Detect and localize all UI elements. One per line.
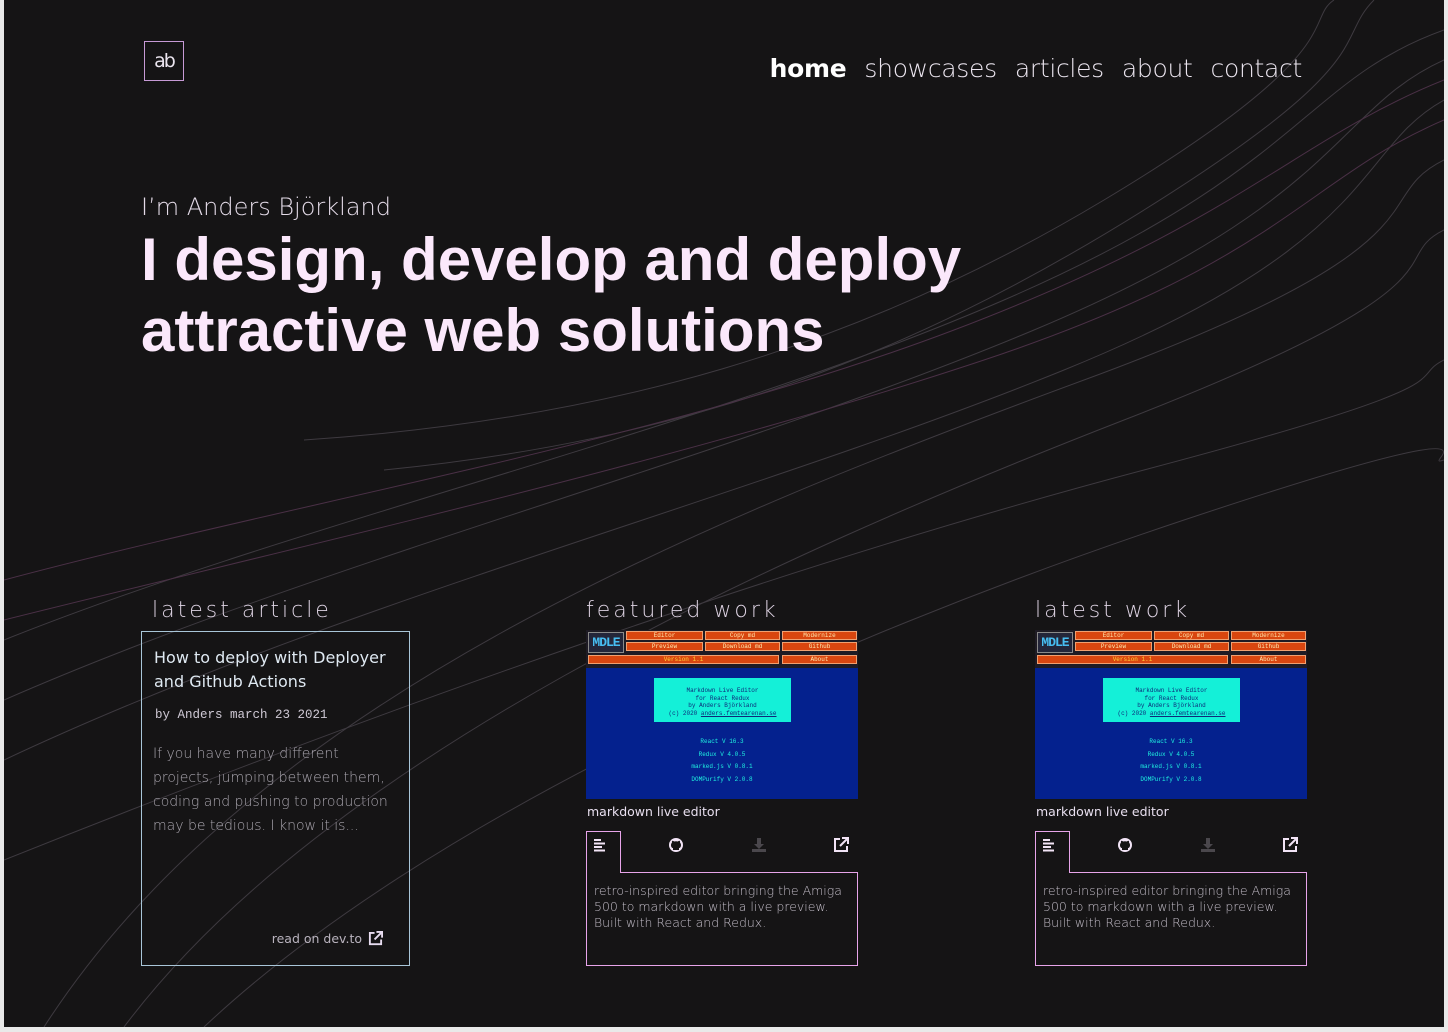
thumb-btn-github: Github	[782, 642, 857, 651]
article-meta: by Anders march 23 2021	[155, 708, 328, 722]
nav-about[interactable]: about	[1122, 54, 1193, 83]
external-link-icon[interactable]	[1280, 835, 1300, 855]
text-align-left-icon[interactable]	[590, 835, 610, 855]
article-card[interactable]: How to deploy with Deployer and Github A…	[141, 631, 410, 966]
github-icon[interactable]	[1115, 835, 1135, 855]
featured-work-thumbnail[interactable]: MDLE Editor Copy md Modernize Preview Do…	[586, 630, 858, 799]
thumb-btn-copy: Copy md	[705, 631, 780, 640]
thumb-btn-modernize: Modernize	[1231, 631, 1306, 640]
thumb-btn-editor: Editor	[1075, 631, 1152, 640]
featured-work-panel: retro-inspired editor bringing the Amiga…	[586, 831, 858, 966]
external-link-icon[interactable]	[831, 835, 851, 855]
article-excerpt: If you have many different projects, jum…	[153, 746, 388, 834]
thumb-btn-modernize: Modernize	[782, 631, 857, 640]
hero-intro: I’m Anders Björkland	[141, 193, 391, 221]
thumb-btn-preview: Preview	[1075, 642, 1152, 651]
featured-work-description: retro-inspired editor bringing the Amiga…	[594, 883, 842, 930]
thumb-toolbar: MDLE Editor Copy md Modernize Preview Do…	[586, 630, 858, 668]
thumb-versions: React V 16.3 Redux V 4.0.5 marked.js V 0…	[691, 738, 753, 783]
thumb-btn-github: Github	[1231, 642, 1306, 651]
download-icon	[1198, 835, 1218, 855]
thumb-btn-download: Download md	[1154, 642, 1229, 651]
featured-work-caption[interactable]: markdown live editor	[587, 804, 720, 819]
thumb-btn-download: Download md	[705, 642, 780, 651]
featured-work-title: featured work	[586, 598, 779, 623]
hero-headline: I design, develop and deploy attractive …	[141, 224, 1021, 366]
thumb-info-box: Markdown Live Editor for React Redux by …	[1103, 678, 1240, 722]
nav-home[interactable]: home	[770, 54, 847, 83]
article-title[interactable]: How to deploy with Deployer and Github A…	[154, 646, 399, 694]
main-nav: home showcases articles about contact	[770, 54, 1303, 83]
download-icon	[749, 835, 769, 855]
text-align-left-icon[interactable]	[1039, 835, 1059, 855]
nav-showcases[interactable]: showcases	[864, 54, 997, 83]
thumb-logo: MDLE	[588, 632, 624, 653]
headline-line-2: attractive web solutions	[141, 297, 825, 364]
thumb-version: Version 1.1	[1037, 655, 1228, 664]
latest-work-caption[interactable]: markdown live editor	[1036, 804, 1169, 819]
thumb-versions: React V 16.3 Redux V 4.0.5 marked.js V 0…	[1140, 738, 1202, 783]
nav-articles[interactable]: articles	[1015, 54, 1104, 83]
thumb-version: Version 1.1	[588, 655, 779, 664]
github-icon[interactable]	[666, 835, 686, 855]
page: ab home showcases articles about contact…	[4, 0, 1444, 1027]
headline-line-1: I design, develop and deploy	[141, 226, 962, 293]
thumb-logo: MDLE	[1037, 632, 1073, 653]
site-logo[interactable]: ab	[144, 41, 184, 81]
thumb-btn-copy: Copy md	[1154, 631, 1229, 640]
external-link-icon	[368, 931, 383, 946]
latest-work-description: retro-inspired editor bringing the Amiga…	[1043, 883, 1291, 930]
thumb-btn-editor: Editor	[626, 631, 703, 640]
latest-article-title: latest article	[152, 598, 332, 623]
latest-work-thumbnail[interactable]: MDLE Editor Copy md Modernize Preview Do…	[1035, 630, 1307, 799]
read-link-label: read on dev.to	[271, 931, 362, 946]
thumb-btn-preview: Preview	[626, 642, 703, 651]
thumb-btn-about: About	[782, 655, 857, 664]
nav-contact[interactable]: contact	[1211, 54, 1303, 83]
read-on-devto-link[interactable]: read on dev.to	[272, 931, 383, 946]
thumb-toolbar: MDLE Editor Copy md Modernize Preview Do…	[1035, 630, 1307, 668]
thumb-info-box: Markdown Live Editor for React Redux by …	[654, 678, 791, 722]
thumb-btn-about: About	[1231, 655, 1306, 664]
latest-work-panel: retro-inspired editor bringing the Amiga…	[1035, 831, 1307, 966]
latest-work-title: latest work	[1035, 598, 1191, 623]
